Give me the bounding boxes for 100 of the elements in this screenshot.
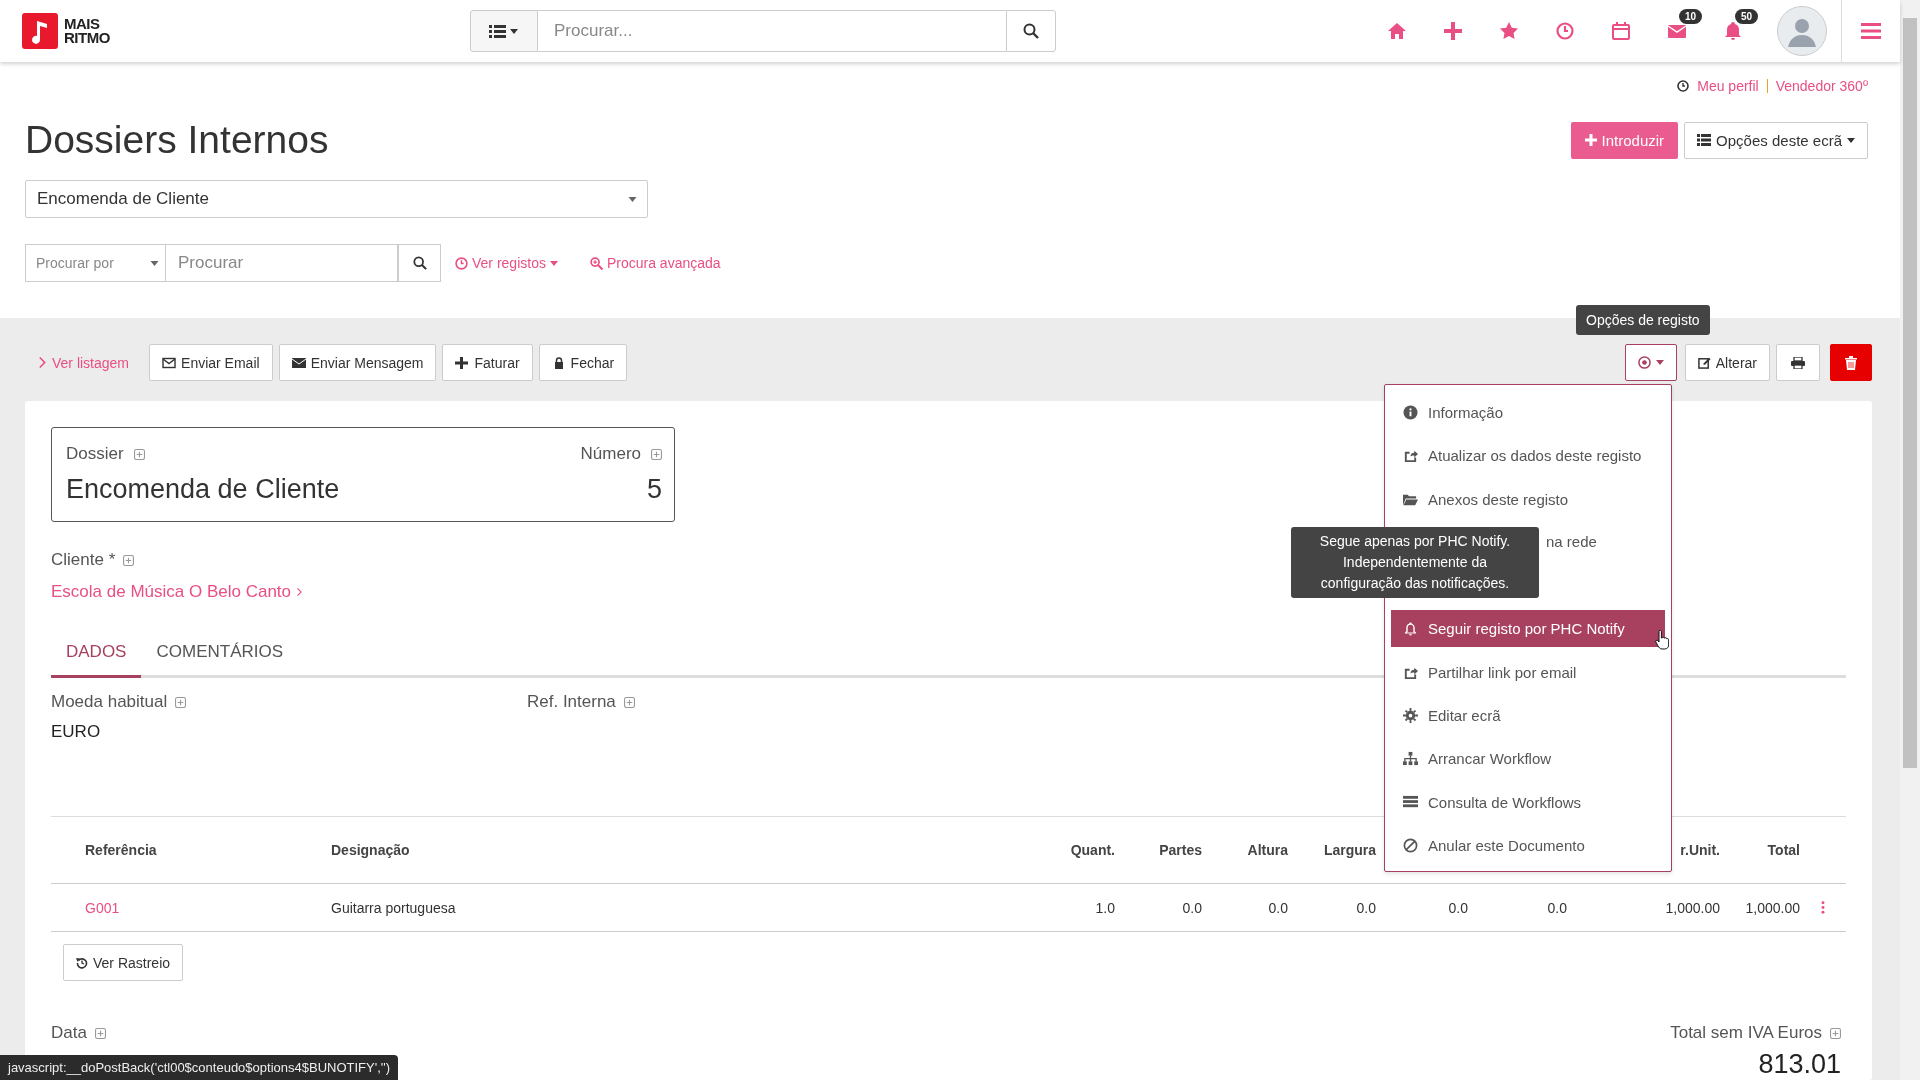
table-cell: 0.0	[1182, 899, 1202, 916]
advanced-search-link[interactable]: Procura avançada	[589, 255, 721, 271]
table-cell: 0.0	[1356, 899, 1376, 916]
calendar-icon[interactable]	[1611, 21, 1631, 41]
clock-icon[interactable]	[1555, 21, 1575, 41]
expand-icon[interactable]	[94, 1027, 106, 1039]
record-options-button[interactable]	[1624, 344, 1677, 381]
logo-text: RITMO	[64, 31, 110, 45]
column-header: r.Unit.	[1680, 842, 1720, 858]
menu-item[interactable]: Anular este Documento	[1391, 823, 1665, 867]
status-bar: javascript:__doPostBack('ctl00$conteudo$options4$BUNOTIFY','')	[0, 1055, 399, 1080]
caret-icon	[1847, 137, 1855, 143]
field-label: Cliente *	[51, 550, 116, 570]
user-avatar[interactable]	[1777, 6, 1827, 56]
trash-icon	[1845, 355, 1857, 370]
tooltip: Opções de registo	[1576, 305, 1710, 335]
info-icon	[1403, 405, 1418, 421]
dossier-value: Encomenda de Cliente	[66, 474, 340, 505]
edit-button[interactable]: Alterar	[1684, 344, 1770, 381]
menu-item[interactable]: Arrancar Workflow	[1391, 737, 1665, 781]
page-title: Dossiers Internos	[25, 118, 330, 162]
menu-item[interactable]: Editar ecrã	[1391, 693, 1665, 738]
client-link[interactable]: Escola de Música O Belo Canto	[51, 582, 302, 602]
target-icon	[1637, 356, 1651, 369]
expand-icon[interactable]	[133, 448, 145, 460]
printer-icon	[1791, 356, 1805, 369]
zoom-in-icon	[589, 256, 603, 270]
table-cell: Guitarra portuguesa	[331, 899, 456, 916]
search-button[interactable]	[398, 244, 441, 282]
home-icon[interactable]	[1387, 21, 1407, 41]
expand-icon[interactable]	[123, 554, 135, 566]
expand-icon[interactable]	[651, 448, 662, 460]
reference-link[interactable]: G001	[85, 899, 120, 916]
toolbar-button[interactable]: Faturar	[442, 344, 533, 381]
envelope-icon	[291, 356, 306, 369]
caret-icon	[150, 260, 159, 266]
column-header: Altura	[1247, 842, 1288, 858]
search-field[interactable]: Procurar	[166, 244, 398, 282]
view-trace-button[interactable]: Ver Rastreio	[63, 944, 184, 981]
field-label: Data	[51, 1023, 87, 1043]
bell-icon	[1403, 621, 1418, 637]
table-cell: 1.0	[1095, 899, 1115, 916]
document-type-select[interactable]: Encomenda de Cliente	[25, 180, 648, 218]
tooltip: Segue apenas por PHC Notify. Independentemente da configuração das notificações.	[1291, 527, 1539, 598]
scrollbar[interactable]	[1900, 0, 1920, 1080]
field-label: Dossier	[66, 444, 124, 464]
history-icon	[76, 956, 88, 969]
menu-icon[interactable]	[1861, 23, 1881, 39]
vendor-360-link[interactable]: Vendedor 360º	[1775, 78, 1868, 94]
screen-options-button[interactable]: Opções deste ecrã	[1684, 121, 1868, 159]
expand-icon[interactable]	[623, 696, 635, 708]
chevron-right-icon	[297, 588, 302, 596]
caret-icon	[1655, 360, 1664, 365]
table-cell: 0.0	[1547, 899, 1567, 916]
field-value: EURO	[51, 722, 102, 742]
menu-item[interactable]: Consulta de Workflows	[1391, 780, 1665, 824]
clock-icon	[1677, 80, 1690, 92]
search-button[interactable]	[1006, 10, 1056, 52]
list-icon	[1403, 794, 1418, 810]
count-badge: 50	[1735, 9, 1759, 24]
column-header: Quant.	[1070, 842, 1115, 858]
star-icon[interactable]	[1499, 21, 1519, 41]
view-records-link[interactable]: Ver registos	[455, 255, 558, 271]
field-label: Total sem IVA Euros	[1670, 1023, 1822, 1043]
plus-icon[interactable]	[1443, 21, 1463, 41]
toolbar-button[interactable]: Enviar Mensagem	[278, 344, 437, 381]
print-button[interactable]	[1776, 344, 1820, 381]
tab[interactable]: DADOS	[51, 632, 142, 678]
field-label: Ref. Interna	[527, 692, 616, 712]
search-field[interactable]: Procurar...	[538, 10, 1006, 52]
toolbar-button[interactable]: Enviar Email	[149, 344, 273, 381]
search-scope-button[interactable]	[470, 10, 538, 52]
delete-button[interactable]	[1830, 344, 1872, 381]
column-header: Largura	[1323, 842, 1376, 858]
tab[interactable]: COMENTÁRIOS	[141, 632, 299, 678]
toolbar-button[interactable]: Fechar	[538, 344, 628, 381]
hierarchy-icon	[1403, 751, 1418, 767]
number-value: 5	[646, 474, 662, 505]
bell-icon[interactable]	[1723, 21, 1743, 41]
search-by-select[interactable]: Procurar por	[25, 244, 166, 282]
menu-item[interactable]: Informação	[1391, 391, 1665, 435]
music-note-logo-icon	[22, 13, 58, 49]
menu-item[interactable]: Anexos deste registo	[1391, 477, 1665, 521]
count-badge: 10	[1679, 9, 1703, 24]
expand-icon[interactable]	[175, 696, 187, 708]
menu-item[interactable]: Atualizar os dados deste registo	[1391, 434, 1665, 478]
search-icon	[412, 256, 427, 270]
profile-link[interactable]: Meu perfil	[1697, 78, 1759, 94]
column-header: Total	[1767, 842, 1800, 858]
expand-icon[interactable]	[1830, 1027, 1841, 1039]
field-label: Moeda habitual	[51, 692, 168, 712]
edit-icon	[1697, 356, 1711, 369]
ban-icon	[1403, 837, 1418, 853]
chevron-right-icon	[39, 357, 46, 368]
more-options-icon[interactable]	[1821, 901, 1825, 914]
caret-icon	[549, 260, 558, 266]
menu-item[interactable]: Partilhar link por email	[1391, 650, 1665, 694]
table-cell: 1,000.00	[1665, 899, 1720, 916]
gear-icon	[1403, 707, 1418, 723]
column-header: Referência	[85, 842, 157, 858]
